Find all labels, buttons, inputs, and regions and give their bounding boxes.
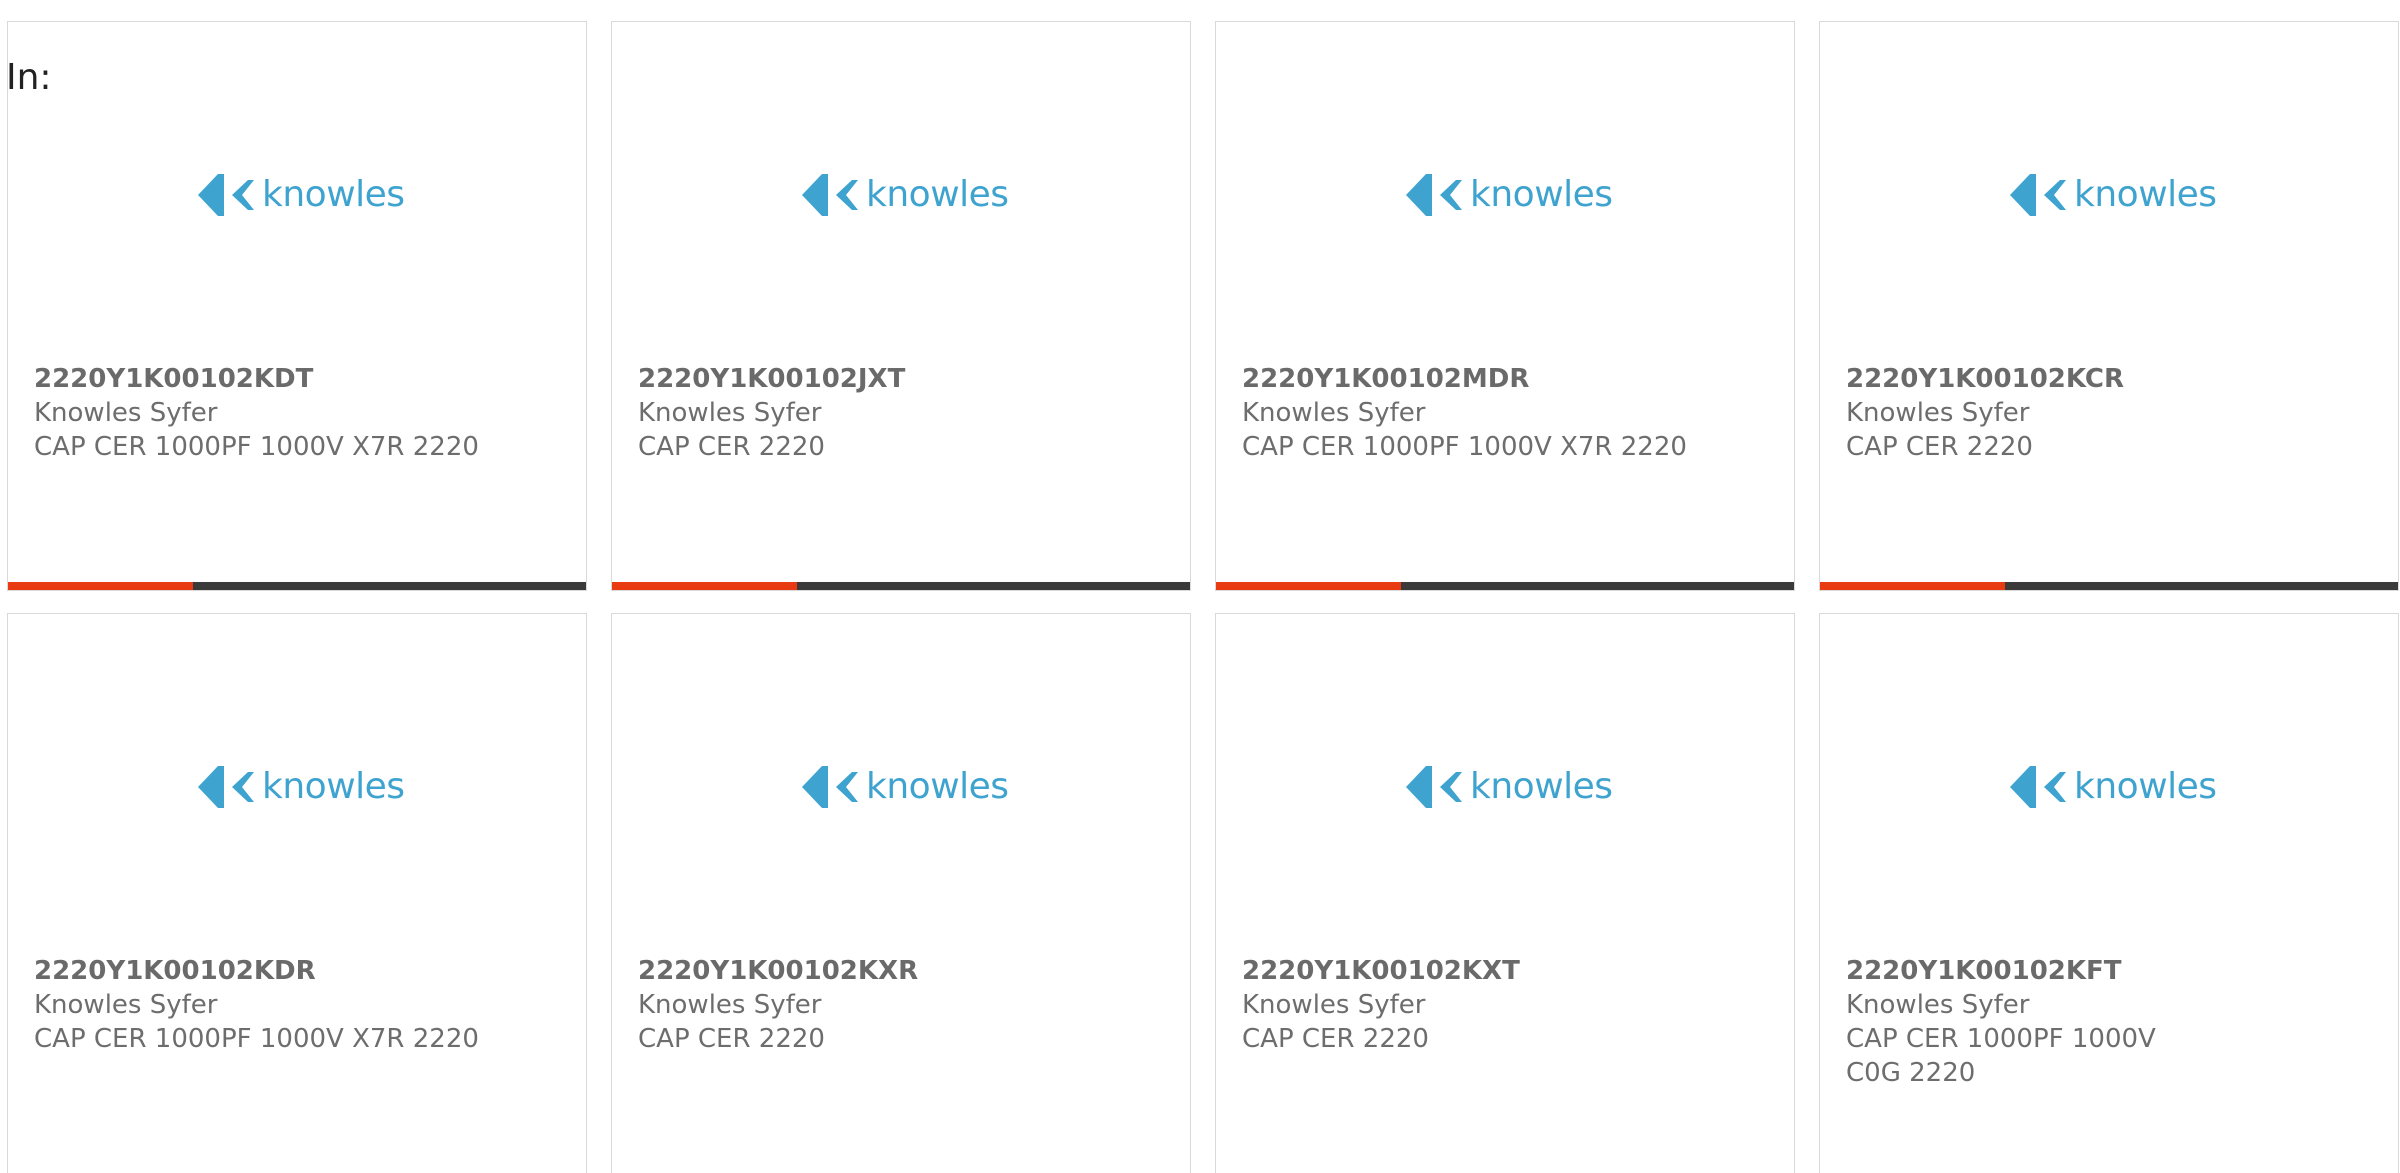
part-description: CAP CER 1000PF 1000V X7R 2220 [34, 432, 479, 462]
knowles-chevron-icon [198, 766, 254, 808]
product-card[interactable]: knowles 2220Y1K00102KXT Knowles Syfer CA… [1215, 613, 1795, 1173]
part-number[interactable]: 2220Y1K00102KXT [1242, 954, 1762, 988]
knowles-logo: knowles [2008, 170, 2222, 220]
product-card[interactable]: knowles 2220Y1K00102MDR Knowles Syfer CA… [1215, 21, 1795, 591]
knowles-logo: knowles [800, 762, 1014, 812]
product-grid-page: In: knowles 2220Y1K00102KDT Knowles Syfe… [0, 0, 2400, 1173]
card-progress-fill [1820, 582, 2005, 590]
part-description: CAP CER 1000PF 1000V X7R 2220 [34, 1024, 479, 1054]
product-card[interactable]: knowles 2220Y1K00102KFT Knowles Syfer CA… [1819, 613, 2399, 1173]
knowles-chevron-icon [802, 174, 858, 216]
logo-wordmark: knowles [1470, 174, 1613, 215]
knowles-logo: knowles [196, 762, 410, 812]
knowles-chevron-icon [802, 766, 858, 808]
part-description: CAP CER 1000PF 1000V C0G 2220 [1846, 1024, 2156, 1088]
knowles-chevron-icon [2010, 766, 2066, 808]
card-progress-fill [1216, 582, 1401, 590]
knowles-logo: knowles [1404, 170, 1618, 220]
knowles-logo: knowles [1404, 762, 1618, 812]
logo-wordmark: knowles [2074, 174, 2217, 215]
manufacturer-name: Knowles Syfer [638, 398, 822, 428]
product-card[interactable]: knowles 2220Y1K00102KCR Knowles Syfer CA… [1819, 21, 2399, 591]
part-number[interactable]: 2220Y1K00102KFT [1846, 954, 2366, 988]
card-progress-bar [612, 582, 1190, 590]
manufacturer-name: Knowles Syfer [1242, 398, 1426, 428]
card-progress-bar [1820, 582, 2398, 590]
manufacturer-name: Knowles Syfer [1846, 398, 2030, 428]
knowles-logo: knowles [2008, 762, 2222, 812]
manufacturer-name: Knowles Syfer [638, 990, 822, 1020]
logo-wordmark: knowles [262, 766, 405, 807]
scope-label: In: [6, 57, 52, 98]
manufacturer-name: Knowles Syfer [1846, 990, 2030, 1020]
part-description: CAP CER 2220 [638, 1024, 825, 1054]
logo-wordmark: knowles [2074, 766, 2217, 807]
knowles-chevron-icon [1406, 766, 1462, 808]
knowles-chevron-icon [1406, 174, 1462, 216]
product-card[interactable]: knowles 2220Y1K00102KXR Knowles Syfer CA… [611, 613, 1191, 1173]
manufacturer-name: Knowles Syfer [1242, 990, 1426, 1020]
manufacturer-name: Knowles Syfer [34, 398, 218, 428]
product-card[interactable]: knowles 2220Y1K00102KDR Knowles Syfer CA… [7, 613, 587, 1173]
knowles-logo: knowles [196, 170, 410, 220]
logo-wordmark: knowles [866, 174, 1009, 215]
knowles-chevron-icon [198, 174, 254, 216]
part-description: CAP CER 2220 [1846, 432, 2033, 462]
card-progress-bar [8, 582, 586, 590]
logo-wordmark: knowles [262, 174, 405, 215]
logo-wordmark: knowles [866, 766, 1009, 807]
knowles-chevron-icon [2010, 174, 2066, 216]
part-number[interactable]: 2220Y1K00102KCR [1846, 362, 2366, 396]
logo-wordmark: knowles [1470, 766, 1613, 807]
knowles-logo: knowles [800, 170, 1014, 220]
part-number[interactable]: 2220Y1K00102JXT [638, 362, 1158, 396]
part-number[interactable]: 2220Y1K00102KXR [638, 954, 1158, 988]
product-card-grid: knowles 2220Y1K00102KDT Knowles Syfer CA… [7, 21, 2399, 1173]
card-progress-bar [1216, 582, 1794, 590]
manufacturer-name: Knowles Syfer [34, 990, 218, 1020]
part-description: CAP CER 2220 [1242, 1024, 1429, 1054]
product-card[interactable]: knowles 2220Y1K00102JXT Knowles Syfer CA… [611, 21, 1191, 591]
part-number[interactable]: 2220Y1K00102MDR [1242, 362, 1762, 396]
part-number[interactable]: 2220Y1K00102KDR [34, 954, 554, 988]
part-description: CAP CER 1000PF 1000V X7R 2220 [1242, 432, 1687, 462]
part-number[interactable]: 2220Y1K00102KDT [34, 362, 554, 396]
part-description: CAP CER 2220 [638, 432, 825, 462]
card-progress-fill [8, 582, 193, 590]
product-card[interactable]: knowles 2220Y1K00102KDT Knowles Syfer CA… [7, 21, 587, 591]
card-progress-fill [612, 582, 797, 590]
